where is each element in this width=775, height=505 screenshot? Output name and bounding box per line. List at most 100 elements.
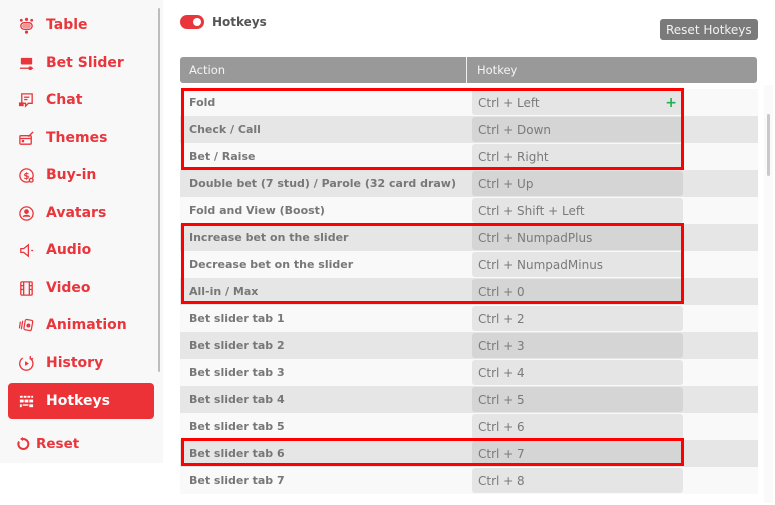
sidebar-item-history[interactable]: History — [8, 345, 154, 381]
sidebar-item-label: Table — [46, 17, 88, 33]
action-cell: Decrease bet on the slider — [189, 258, 354, 271]
sidebar-item-themes[interactable]: Themes — [8, 120, 154, 156]
hotkey-input[interactable]: Ctrl + 6 — [472, 414, 683, 439]
sidebar-item-buy-in[interactable]: $ Buy-in — [8, 157, 154, 193]
svg-text:$: $ — [23, 171, 29, 181]
reset-settings-button[interactable]: Reset — [16, 436, 79, 452]
hotkey-input[interactable]: Ctrl + 5 — [472, 387, 683, 412]
sidebar-item-hotkeys[interactable]: Hotkeys — [8, 383, 154, 419]
toggle-switch[interactable] — [180, 15, 204, 29]
hotkey-input[interactable]: Ctrl + NumpadMinus — [472, 252, 683, 277]
hotkeys-toggle[interactable]: Hotkeys — [180, 15, 267, 29]
sidebar-item-label: Themes — [46, 130, 108, 146]
table-row: All-in / Max Ctrl + 0 — [180, 278, 758, 305]
hotkey-value: Ctrl + 4 — [478, 365, 525, 380]
hotkeys-table-body: Fold Ctrl + Left + Check / Call Ctrl + Down B… — [180, 89, 758, 494]
sidebar-item-label: Hotkeys — [46, 393, 110, 409]
action-cell: Bet slider tab 2 — [189, 339, 285, 352]
bet-slider-icon — [17, 54, 35, 72]
hotkey-input[interactable]: Ctrl + 0 — [472, 279, 683, 304]
hotkey-input[interactable]: Ctrl + Left + — [472, 90, 683, 115]
sidebar-scrollbar[interactable] — [158, 8, 160, 372]
action-cell: Bet slider tab 3 — [189, 366, 285, 379]
sidebar-item-animation[interactable]: Animation — [8, 307, 154, 343]
reset-icon — [16, 437, 30, 451]
reset-hotkeys-button[interactable]: Reset Hotkeys — [660, 19, 758, 40]
action-cell: Bet slider tab 1 — [189, 312, 285, 325]
table-row: Bet slider tab 2 Ctrl + 3 — [180, 332, 758, 359]
chat-icon — [17, 91, 35, 109]
hotkey-value: Ctrl + 5 — [478, 392, 525, 407]
history-replay-icon — [17, 354, 35, 372]
sidebar-item-label: History — [46, 355, 104, 371]
sidebar-item-label: Audio — [46, 242, 92, 258]
hotkey-value: Ctrl + Left — [478, 95, 540, 110]
column-header-action: Action — [180, 57, 467, 83]
toggle-label: Hotkeys — [212, 15, 267, 29]
action-cell: Check / Call — [189, 123, 261, 136]
settings-sidebar: Table Bet Slider Chat Themes $ Buy-in Av… — [0, 0, 163, 463]
table-row: Bet slider tab 1 Ctrl + 2 — [180, 305, 758, 332]
hotkey-input[interactable]: Ctrl + 2 — [472, 306, 683, 331]
action-cell: Bet slider tab 7 — [189, 474, 285, 487]
sidebar-item-label: Buy-in — [46, 167, 97, 183]
hotkey-value: Ctrl + 6 — [478, 419, 525, 434]
themes-icon — [17, 129, 35, 147]
hotkey-input[interactable]: Ctrl + NumpadPlus — [472, 225, 683, 250]
hotkey-value: Ctrl + 2 — [478, 311, 525, 326]
table-row: Double bet (7 stud) / Parole (32 card dr… — [180, 170, 758, 197]
hotkey-input[interactable]: Ctrl + 4 — [472, 360, 683, 385]
buy-in-icon: $ — [17, 166, 35, 184]
keyboard-icon — [17, 392, 35, 410]
hotkey-input[interactable]: Ctrl + Right — [472, 144, 683, 169]
hotkey-value: Ctrl + Right — [478, 149, 549, 164]
table-row: Bet slider tab 5 Ctrl + 6 — [180, 413, 758, 440]
add-hotkey-icon[interactable]: + — [665, 95, 677, 111]
hotkeys-table-header: Action Hotkey — [180, 57, 757, 83]
action-cell: Bet slider tab 5 — [189, 420, 285, 433]
hotkey-value: Ctrl + 8 — [478, 473, 525, 488]
sidebar-item-table[interactable]: Table — [8, 7, 154, 43]
table-row: Decrease bet on the slider Ctrl + NumpadM… — [180, 251, 758, 278]
sidebar-item-label: Avatars — [46, 205, 107, 221]
hotkey-value: Ctrl + Shift + Left — [478, 203, 585, 218]
table-row: Bet slider tab 4 Ctrl + 5 — [180, 386, 758, 413]
table-row: Bet / Raise Ctrl + Right — [180, 143, 758, 170]
poker-table-icon — [17, 16, 35, 34]
reset-label: Reset — [36, 436, 80, 452]
action-cell: Bet / Raise — [189, 150, 256, 163]
hotkey-input[interactable]: Ctrl + Up — [472, 171, 683, 196]
sidebar-item-label: Animation — [46, 317, 127, 333]
hotkey-value: Ctrl + 3 — [478, 338, 525, 353]
hotkey-input[interactable]: Ctrl + 8 — [472, 468, 683, 493]
hotkey-value: Ctrl + NumpadPlus — [478, 230, 593, 245]
sidebar-item-chat[interactable]: Chat — [8, 82, 154, 118]
table-row: Bet slider tab 6 Ctrl + 7 — [180, 440, 758, 467]
animation-cards-icon — [17, 316, 35, 334]
hotkey-input[interactable]: Ctrl + 7 — [472, 441, 683, 466]
main-scrollbar-thumb[interactable] — [767, 114, 770, 176]
column-header-hotkey: Hotkey — [477, 63, 518, 77]
toggle-knob — [193, 18, 201, 26]
sidebar-item-label: Bet Slider — [46, 55, 124, 71]
table-row: Fold Ctrl + Left + — [180, 89, 758, 116]
table-row: Fold and View (Boost) Ctrl + Shift + Left — [180, 197, 758, 224]
action-cell: All-in / Max — [189, 285, 259, 298]
action-cell: Double bet (7 stud) / Parole (32 card dr… — [189, 177, 456, 190]
sidebar-item-bet-slider[interactable]: Bet Slider — [8, 45, 154, 81]
action-cell: Bet slider tab 6 — [189, 447, 285, 460]
sidebar-item-audio[interactable]: Audio — [8, 232, 154, 268]
hotkey-value: Ctrl + 7 — [478, 446, 525, 461]
action-cell: Fold and View (Boost) — [189, 204, 325, 217]
sidebar-item-avatars[interactable]: Avatars — [8, 195, 154, 231]
avatar-icon — [17, 204, 35, 222]
hotkey-input[interactable]: Ctrl + Shift + Left — [472, 198, 683, 223]
hotkey-value: Ctrl + Up — [478, 176, 534, 191]
sidebar-item-video[interactable]: Video — [8, 270, 154, 306]
sidebar-item-label: Chat — [46, 92, 83, 108]
action-cell: Bet slider tab 4 — [189, 393, 285, 406]
action-cell: Increase bet on the slider — [189, 231, 349, 244]
hotkey-input[interactable]: Ctrl + 3 — [472, 333, 683, 358]
hotkey-input[interactable]: Ctrl + Down — [472, 117, 683, 142]
table-row: Bet slider tab 3 Ctrl + 4 — [180, 359, 758, 386]
